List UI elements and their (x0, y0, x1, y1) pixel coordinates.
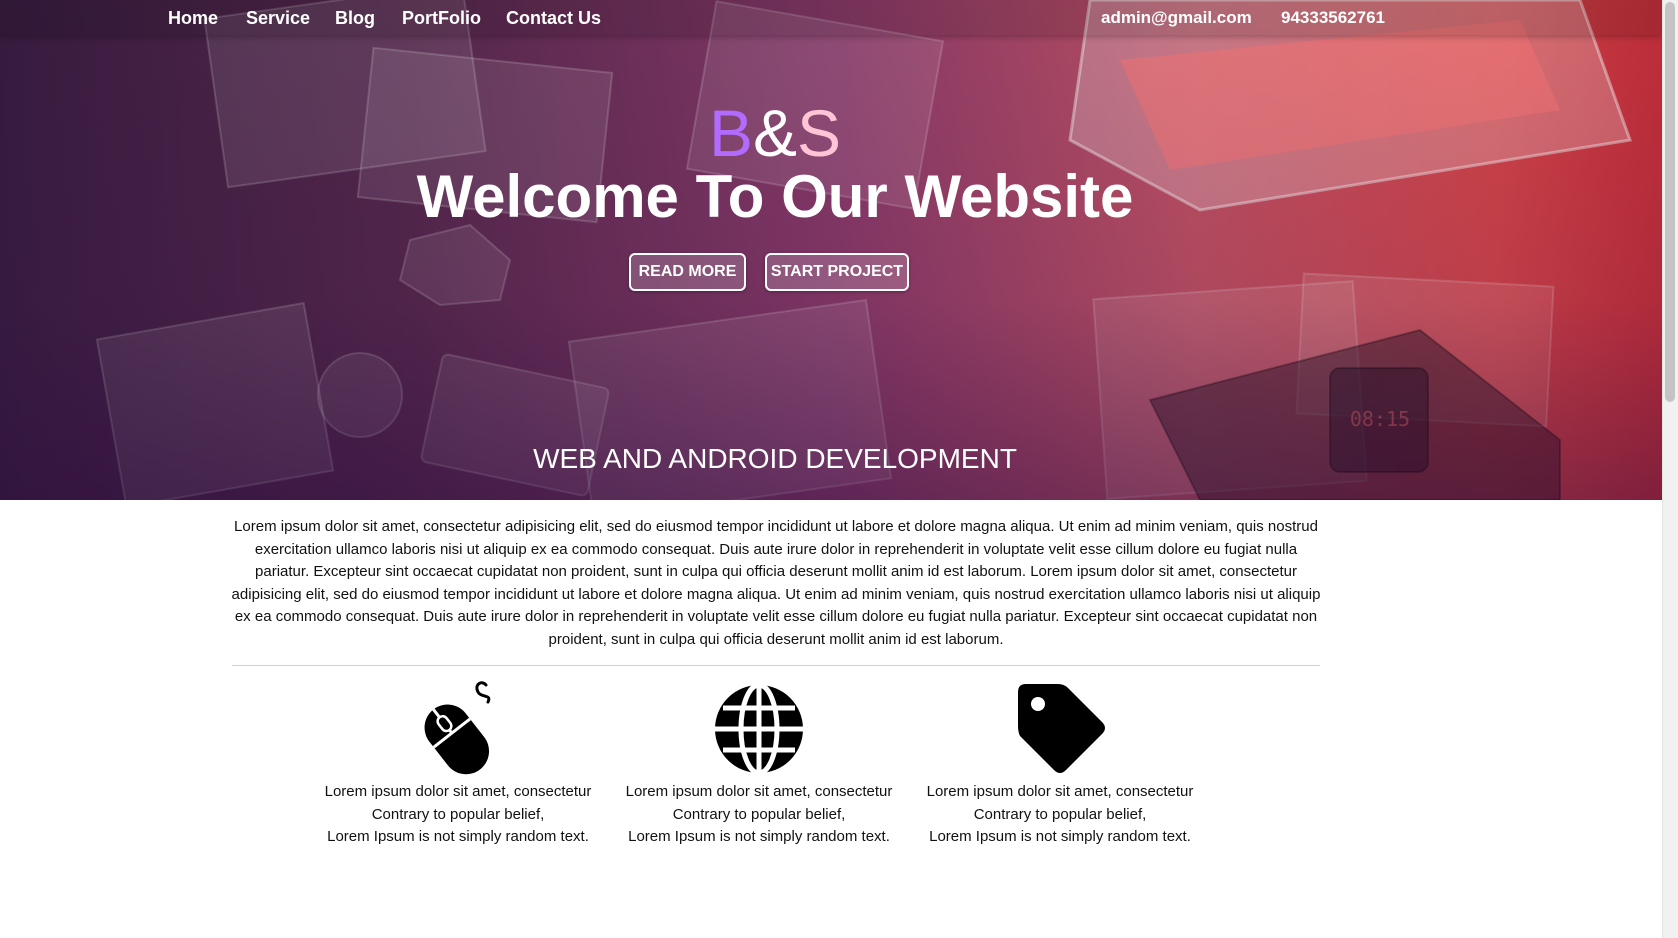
feature-2-line-2: Contrary to popular belief, (672, 805, 846, 823)
contact-phone: 94333562761 (1281, 8, 1386, 27)
start-project-button[interactable]: START PROJECT (765, 253, 909, 291)
feature-card-3: Lorem ipsum dolor sit amet, consectetur … (910, 680, 1210, 849)
contact-email: admin@gmail.com (1101, 8, 1252, 27)
tag-icon (1018, 684, 1105, 773)
top-navbar: Home Service Blog PortFolio Contact Us a… (0, 0, 1662, 35)
scrollbar-thumb[interactable] (1665, 2, 1675, 402)
feature-card-2: Lorem ipsum dolor sit amet, consectetur … (609, 680, 909, 849)
feature-3-line-2: Contrary to popular belief, (973, 805, 1147, 823)
feature-2-line-1: Lorem ipsum dolor sit amet, consectetur (625, 783, 893, 800)
intro-paragraph: Lorem ipsum dolor sit amet, consectetur … (231, 518, 1321, 648)
feature-1-line-3: Lorem Ipsum is not simply random text. (327, 828, 589, 845)
feature-3-line-1: Lorem ipsum dolor sit amet, consectetur (926, 783, 1194, 800)
hero-headline: Welcome To Our Website (416, 163, 1134, 230)
logo-ampersand: & (752, 96, 798, 170)
globe-icon (715, 682, 803, 776)
hero-overlay (0, 0, 1662, 500)
page: 08:15 Home Service Blog PortFolio Contac… (0, 0, 1662, 938)
nav-portfolio-link[interactable]: PortFolio (402, 8, 481, 29)
nav-home-link[interactable]: Home (168, 8, 218, 29)
nav-service-link[interactable]: Service (246, 8, 310, 29)
logo-letter-s: S (797, 96, 842, 170)
feature-3-line-3: Lorem Ipsum is not simply random text. (929, 828, 1191, 845)
nav-blog-link[interactable]: Blog (335, 8, 375, 29)
logo-letter-b: B (708, 96, 753, 170)
feature-card-1: Lorem ipsum dolor sit amet, consectetur … (308, 680, 608, 849)
brand-logo: B&S (0, 100, 1550, 166)
read-more-button[interactable]: READ MORE (629, 253, 746, 291)
feature-1-line-2: Contrary to popular belief, (371, 805, 545, 823)
section-divider (232, 665, 1320, 666)
mouse-icon (424, 681, 491, 775)
hero-tagline: WEB AND ANDROID DEVELOPMENT (533, 443, 1017, 474)
feature-1-line-1: Lorem ipsum dolor sit amet, consectetur (324, 783, 592, 800)
hero-banner: 08:15 Home Service Blog PortFolio Contac… (0, 0, 1662, 500)
feature-2-line-3: Lorem Ipsum is not simply random text. (628, 828, 890, 845)
nav-contact-link[interactable]: Contact Us (506, 8, 601, 29)
